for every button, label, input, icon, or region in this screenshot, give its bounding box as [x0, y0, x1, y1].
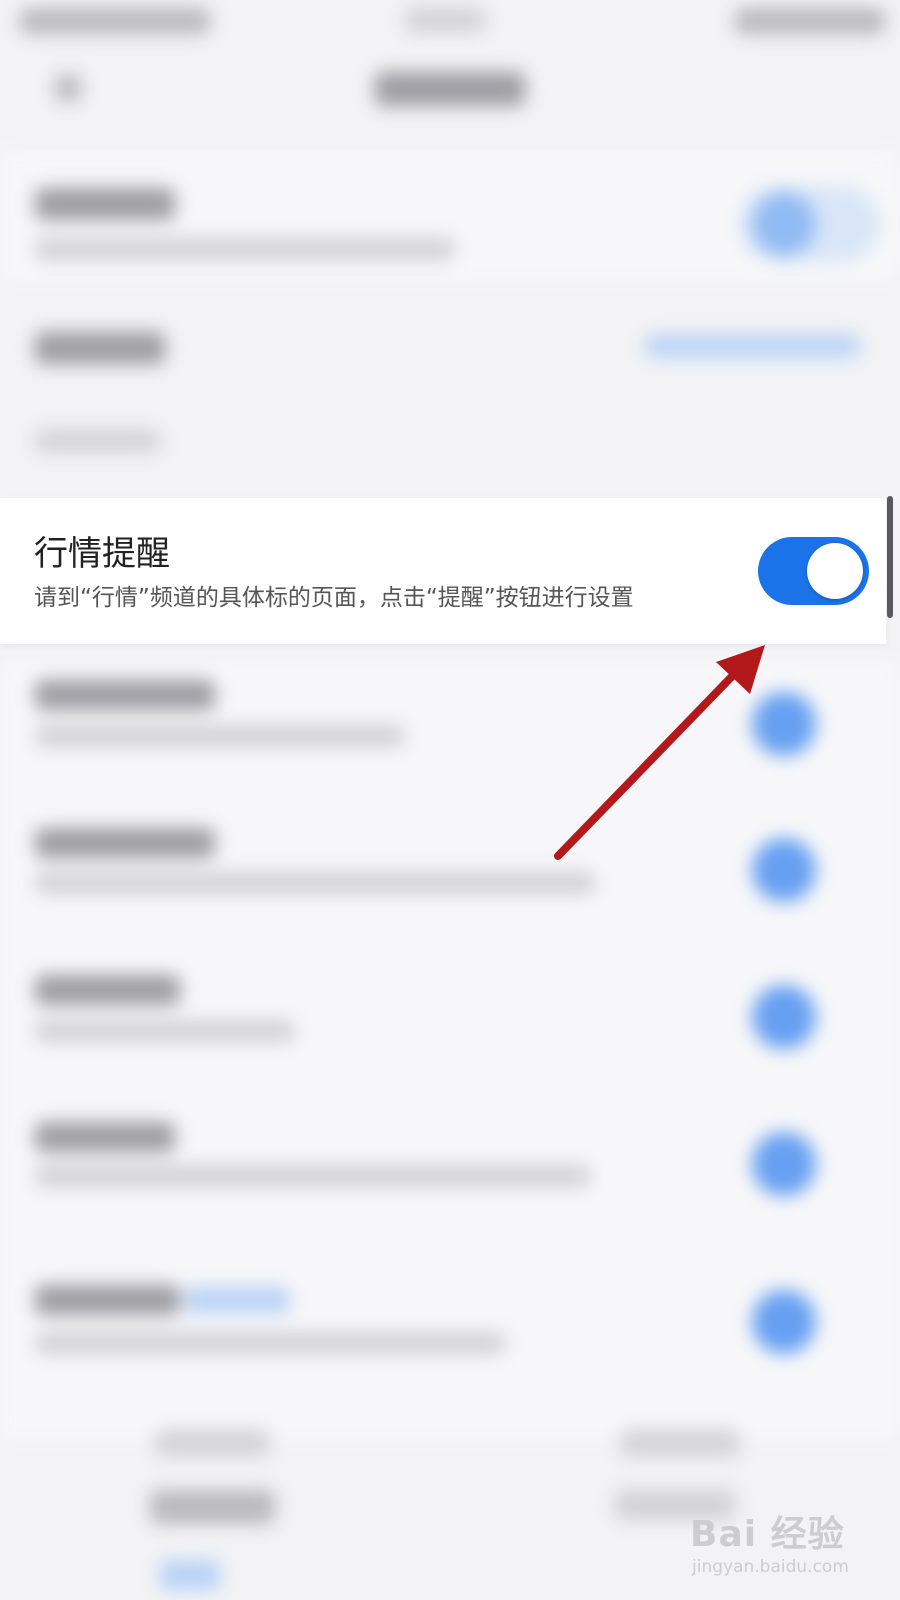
baidu-jingyan-watermark: Bai 经验 jingyan.baidu.com	[690, 1505, 849, 1577]
watermark-logo: Bai 经验	[690, 1514, 845, 1555]
annotation-arrow	[554, 645, 765, 860]
arrow-shaft	[554, 662, 746, 860]
watermark-url: jingyan.baidu.com	[692, 1557, 849, 1577]
